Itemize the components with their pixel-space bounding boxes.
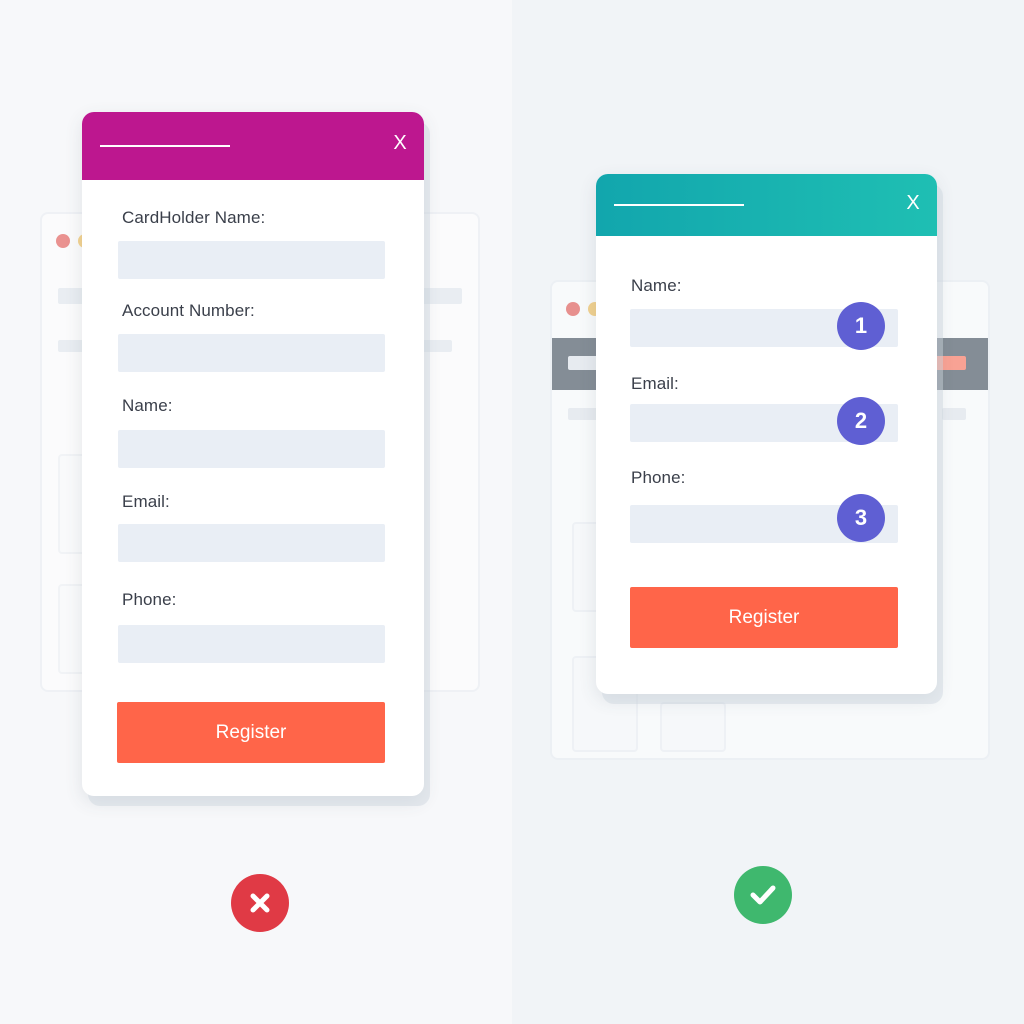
name-label: Name:	[631, 276, 682, 295]
account-number-label: Account Number:	[122, 301, 255, 320]
modal-header: X	[82, 112, 424, 180]
step-badge-1: 1	[837, 302, 885, 350]
step-badge-2: 2	[837, 397, 885, 445]
register-button[interactable]: Register	[630, 587, 898, 648]
cardholder-name-label: CardHolder Name:	[122, 208, 266, 227]
placeholder-card	[660, 702, 726, 752]
cross-icon	[250, 893, 270, 913]
window-close-dot	[56, 234, 70, 248]
check-icon	[750, 885, 776, 905]
email-label: Email:	[631, 374, 679, 393]
name-label: Name:	[122, 396, 173, 415]
placeholder-bar	[942, 408, 966, 420]
phone-label: Phone:	[631, 468, 686, 487]
left-panel-bad-example: X CardHolder Name: Account Number: Name:…	[0, 0, 512, 1024]
placeholder-bar	[568, 408, 598, 420]
placeholder-bar	[422, 340, 452, 352]
cardholder-name-input[interactable]	[118, 241, 385, 279]
modal-title-placeholder	[100, 145, 230, 147]
incorrect-badge	[231, 874, 289, 932]
modal-title-placeholder	[614, 204, 744, 206]
close-button[interactable]: X	[901, 190, 925, 216]
navbar-accent-button	[934, 356, 966, 370]
close-button[interactable]: X	[388, 130, 412, 156]
right-panel-good-example: X Name: 1 Email: 2 Phone: 3 Register	[512, 0, 1024, 1024]
phone-label: Phone:	[122, 590, 177, 609]
modal-header: X	[596, 174, 937, 236]
placeholder-bar	[422, 288, 462, 304]
register-button[interactable]: Register	[117, 702, 385, 763]
step-badge-3: 3	[837, 494, 885, 542]
window-close-dot	[566, 302, 580, 316]
registration-modal-long: X CardHolder Name: Account Number: Name:…	[82, 112, 424, 796]
account-number-input[interactable]	[118, 334, 385, 372]
phone-input[interactable]	[118, 625, 385, 663]
email-input[interactable]	[118, 524, 385, 562]
email-label: Email:	[122, 492, 170, 511]
correct-badge	[734, 866, 792, 924]
registration-modal-short: X Name: 1 Email: 2 Phone: 3 Register	[596, 174, 937, 694]
name-input[interactable]	[118, 430, 385, 468]
